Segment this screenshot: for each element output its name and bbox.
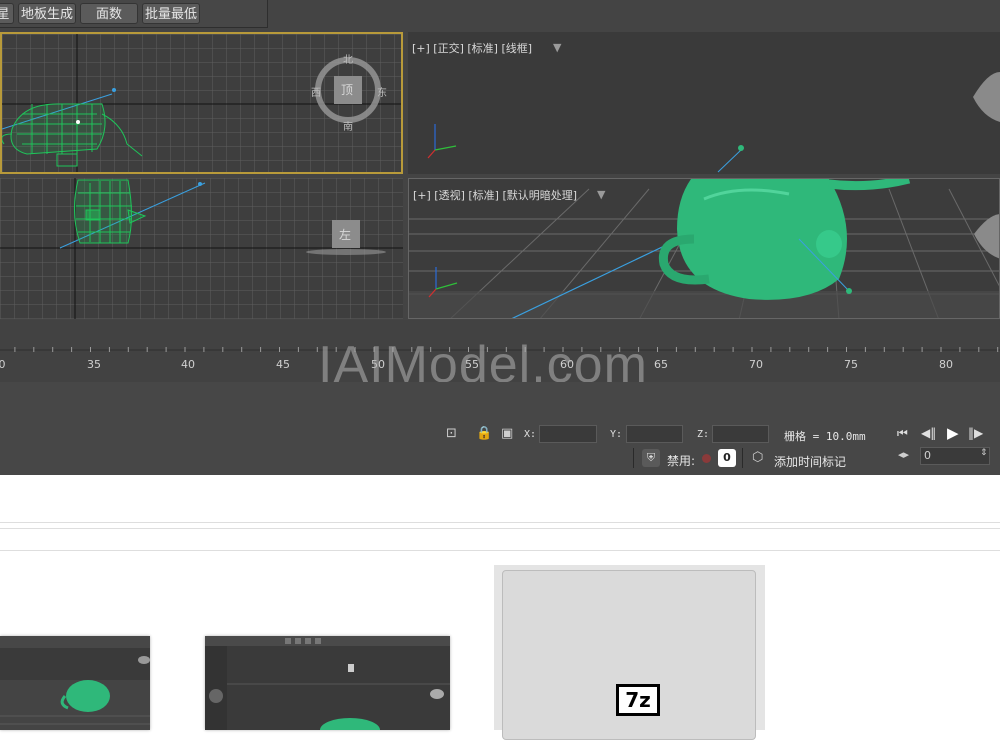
z-coordinate-field[interactable] (712, 425, 769, 443)
play-icon[interactable]: ▶ (947, 424, 959, 442)
status-bar: ⊡ 🔒 ▣ X: Y: Z: 栅格 = 10.0mm ⏮ ◀‖ ▶ ‖▶ ⛨ 禁… (0, 382, 1000, 475)
timeline-tick-label: 80 (939, 358, 953, 371)
selection-lock-icon[interactable]: ⊡ (446, 426, 457, 441)
x-coordinate-field[interactable] (539, 425, 597, 443)
timeline-tick-label: 35 (87, 358, 101, 371)
go-to-start-icon[interactable]: ⏮ (897, 426, 908, 441)
filter-icon[interactable]: ▼ (597, 188, 605, 201)
viewport-front[interactable]: 左 (0, 178, 403, 319)
thumbnail-1[interactable] (0, 636, 150, 730)
timeline-tick-label: 0 (0, 358, 6, 371)
next-frame-icon[interactable]: ‖▶ (968, 426, 983, 440)
viewport-left[interactable]: [+] [正交] [标准] [线框] ▼ (408, 32, 1000, 174)
compass-east: 东 (377, 88, 387, 99)
record-dot-icon[interactable] (702, 454, 711, 463)
disable-label: 禁用: (667, 454, 696, 468)
previous-frame-icon[interactable]: ◀‖ (921, 426, 936, 440)
compass-west: 西 (311, 88, 321, 99)
viewport-perspective-label[interactable]: [+] [透视] [标准] [默认明暗处理] (413, 187, 577, 203)
lock-icon[interactable]: 🔒 (476, 426, 492, 441)
divider (0, 522, 1000, 523)
floor-generate-button[interactable]: 地板生成 (18, 3, 76, 24)
viewport-left-label[interactable]: [+] [正交] [标准] [线框] (412, 40, 532, 56)
timeline-tick-label: 65 (654, 358, 668, 371)
front-view-canvas (0, 178, 403, 319)
key-counter[interactable]: 0 (718, 449, 736, 467)
filter-icon[interactable]: ▼ (553, 41, 561, 54)
viewport-top[interactable]: 顶 北 南 西 东 (0, 32, 403, 174)
y-label: Y: (610, 429, 623, 440)
timeline-tick-label: 40 (181, 358, 195, 371)
viewcube-face-left[interactable]: 左 (339, 226, 351, 243)
add-time-tag-label[interactable]: 添加时间标记 (774, 453, 846, 470)
timeline-tick-label: 45 (276, 358, 290, 371)
key-mode-icon[interactable]: ◂▸ (898, 448, 909, 461)
thumbnail-2[interactable] (205, 636, 450, 730)
grid-spacing-text: 栅格 = 10.0mm (784, 430, 866, 443)
shield-icon[interactable]: ⛨ (642, 449, 660, 467)
viewcube-face-top[interactable]: 顶 (341, 81, 353, 98)
7z-archive-icon: 7z (616, 684, 660, 716)
compass-south: 南 (343, 122, 353, 133)
batch-lowest-button[interactable]: 批量最低 (142, 3, 200, 24)
divider (0, 550, 1000, 551)
thumbnail-2-image (205, 636, 450, 730)
z-label: Z: (697, 429, 710, 440)
divider (0, 528, 1000, 529)
thumbnail-1-image (0, 636, 150, 730)
archive-file-icon: 7z (502, 570, 756, 740)
timeline-tick-label: 70 (749, 358, 763, 371)
y-coordinate-field[interactable] (626, 425, 683, 443)
3dsmax-window: 星 地板生成 面数 批量最低 顶 北 南 西 东 左 [+] [正交] [标准]… (0, 0, 1000, 475)
timeline-tick-label: 75 (844, 358, 858, 371)
face-count-button[interactable]: 面数 (80, 3, 138, 24)
cube-icon[interactable]: ⬡ (752, 450, 763, 465)
archive-file-tile[interactable]: 7z (494, 565, 765, 740)
x-label: X: (524, 429, 537, 440)
spinner-icon[interactable]: ⇕ (980, 448, 988, 458)
viewport-perspective[interactable]: [+] [透视] [标准] [默认明暗处理] ▼ (408, 178, 1000, 319)
toolbar: 星 地板生成 面数 批量最低 (0, 0, 268, 28)
partial-button[interactable]: 星 (0, 3, 14, 24)
absolute-mode-icon[interactable]: ▣ (501, 426, 513, 441)
compass-north: 北 (343, 55, 353, 66)
